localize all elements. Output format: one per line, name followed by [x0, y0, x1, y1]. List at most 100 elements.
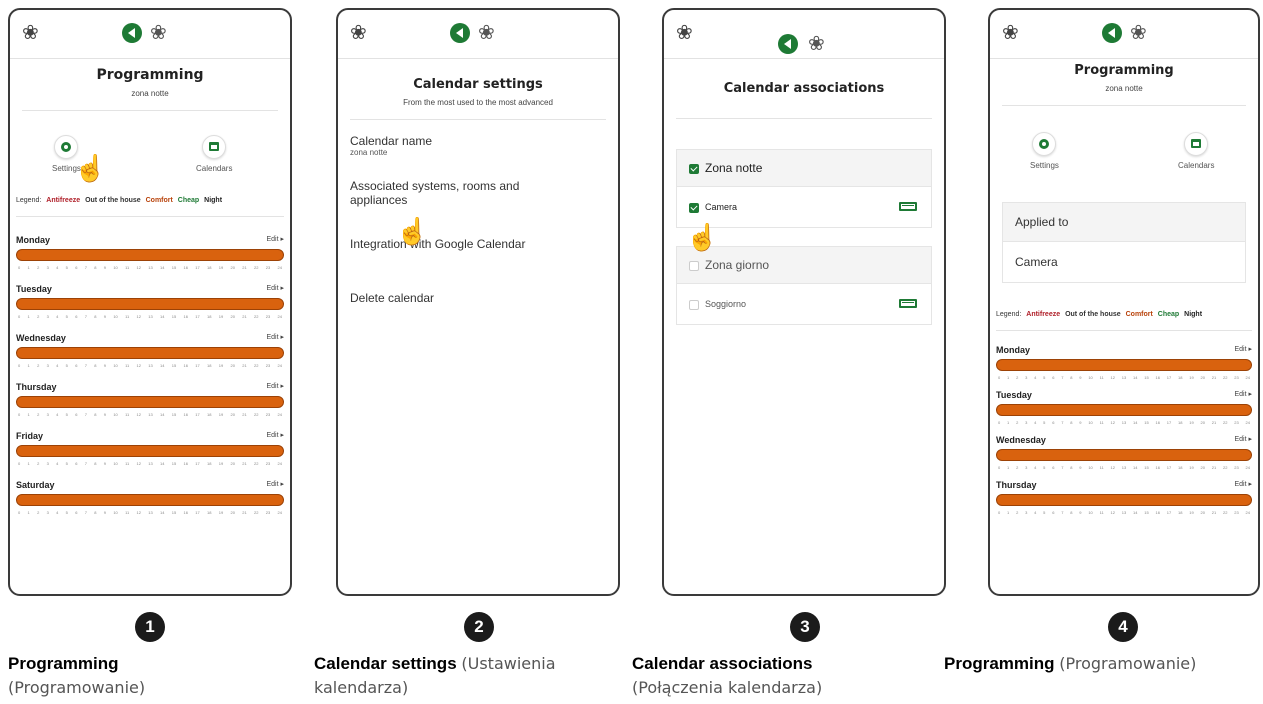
schedule-bar[interactable]	[16, 396, 284, 408]
checkbox-unchecked[interactable]	[689, 299, 699, 310]
edit-link[interactable]: Edit ▸	[266, 284, 284, 294]
step-badge-2: 2	[464, 612, 494, 642]
associated-systems-item[interactable]: Associated systems, rooms and appliances	[338, 179, 562, 207]
room-soggiorno-row[interactable]: Soggiorno	[677, 283, 931, 324]
top-bar: ❀ ❀	[338, 10, 618, 59]
hour-ticks: 0 1 2 3 4 5 6 7 8 9 10 11 12 13 14 15 16 17 18 19 20 21 22 23 24	[18, 412, 282, 417]
hour-tick: 13	[1121, 510, 1127, 515]
hour-tick: 1	[27, 412, 30, 417]
back-icon[interactable]	[778, 34, 798, 54]
back-icon[interactable]	[122, 23, 142, 43]
fan-icon[interactable]: ❀	[1130, 23, 1147, 43]
hour-tick: 12	[136, 510, 141, 515]
edit-link[interactable]: Edit ▸	[266, 480, 284, 490]
schedule-bar[interactable]	[996, 494, 1252, 506]
schedule-bar[interactable]	[996, 404, 1252, 416]
hour-tick: 2	[1016, 420, 1019, 425]
hour-tick: 10	[113, 510, 118, 515]
hour-tick: 9	[103, 412, 107, 417]
hour-tick: 6	[1052, 465, 1055, 470]
fan-icon[interactable]: ❀	[808, 34, 825, 54]
hour-tick: 17	[195, 363, 200, 368]
delete-calendar-label: Delete calendar	[350, 291, 435, 305]
checkbox-checked[interactable]	[689, 163, 699, 174]
back-icon[interactable]	[1102, 23, 1122, 43]
hour-tick: 19	[218, 412, 224, 417]
edit-link[interactable]: Edit ▸	[1234, 480, 1252, 490]
back-icon[interactable]	[450, 23, 470, 43]
hour-tick: 21	[1211, 375, 1217, 380]
hour-tick: 24	[1245, 420, 1250, 425]
hour-tick: 18	[207, 412, 212, 417]
day-name: Wednesday	[16, 333, 66, 343]
fan-icon[interactable]: ❀	[478, 23, 495, 43]
edit-link[interactable]: Edit ▸	[266, 333, 284, 343]
caption-title: Calendar associations	[632, 654, 813, 673]
day-row: Tuesday Edit ▸ 0 1 2 3 4 5 6 7 8 9 10 11 12 13 14 15 16 17 1…	[10, 284, 290, 319]
edit-link[interactable]: Edit ▸	[1234, 345, 1252, 355]
delete-calendar-item[interactable]: Delete calendar	[338, 291, 618, 305]
calendar-name-item[interactable]: Calendar name zona notte	[338, 134, 618, 157]
calendars-button[interactable]: Calendars	[1178, 132, 1214, 170]
zone-notte-row[interactable]: Zona notte	[677, 150, 931, 186]
hour-tick: 23	[1234, 510, 1239, 515]
edit-link[interactable]: Edit ▸	[1234, 435, 1252, 445]
edit-link[interactable]: Edit ▸	[266, 235, 284, 245]
settings-label: Settings	[1030, 161, 1059, 170]
google-calendar-item[interactable]: Integration with Google Calendar	[338, 237, 618, 251]
schedule-bar[interactable]	[996, 359, 1252, 371]
hour-tick: 23	[265, 314, 271, 319]
day-row: Friday Edit ▸ 0 1 2 3 4 5 6 7 8 9 10 11 12 13 14 15 16 17 18…	[10, 431, 290, 466]
hour-tick: 15	[1144, 375, 1149, 380]
zone-giorno-row[interactable]: Zona giorno	[677, 247, 931, 283]
day-header: Monday Edit ▸	[990, 345, 1258, 355]
calendar-subtitle: zona notte	[131, 89, 169, 98]
hour-tick: 19	[1189, 465, 1194, 470]
calendars-button[interactable]: Calendars	[196, 135, 232, 173]
edit-link[interactable]: Edit ▸	[266, 431, 284, 441]
schedule-bar[interactable]	[16, 445, 284, 457]
hour-tick: 8	[94, 510, 97, 515]
hour-tick: 3	[46, 363, 49, 368]
room-camera-row[interactable]: Camera	[677, 186, 931, 227]
checkbox-unchecked[interactable]	[689, 260, 699, 271]
divider	[676, 118, 932, 119]
hour-tick: 18	[1178, 510, 1183, 515]
schedule-bar[interactable]	[16, 347, 284, 359]
hour-tick: 5	[65, 363, 68, 368]
hour-tick: 4	[1034, 510, 1037, 515]
hour-tick: 7	[1061, 465, 1064, 470]
schedule-bar[interactable]	[996, 449, 1252, 461]
hour-tick: 0	[18, 314, 21, 319]
hour-tick: 14	[1133, 465, 1138, 470]
hour-tick: 4	[56, 265, 59, 270]
edit-link[interactable]: Edit ▸	[266, 382, 284, 392]
day-name: Thursday	[996, 480, 1037, 490]
hour-tick: 16	[183, 363, 188, 368]
day-row: Tuesday Edit ▸ 0 1 2 3 4 5 6 7 8 9 10 11 12 13 14 15 16 17 1…	[990, 390, 1258, 425]
fan-icon[interactable]: ❀	[150, 23, 167, 43]
hour-tick: 14	[160, 510, 165, 515]
edit-link[interactable]: Edit ▸	[1234, 390, 1252, 400]
schedule-bar[interactable]	[16, 494, 284, 506]
hour-tick: 12	[1110, 465, 1115, 470]
settings-button[interactable]: Settings	[1030, 132, 1059, 170]
hour-tick: 13	[148, 412, 153, 417]
checkbox-checked[interactable]	[689, 202, 699, 213]
hour-tick: 24	[277, 265, 282, 270]
hour-tick: 12	[1110, 420, 1115, 425]
hour-tick: 22	[254, 265, 259, 270]
hour-tick: 1	[1007, 465, 1010, 470]
caption-3: Calendar associations (Połączenia kalend…	[632, 652, 862, 700]
calendars-label: Calendars	[196, 164, 233, 173]
hour-tick: 15	[1144, 465, 1149, 470]
schedule-bar[interactable]	[16, 249, 284, 261]
pointer-hand-icon: ☝	[686, 222, 719, 252]
schedule-bar[interactable]	[16, 298, 284, 310]
caption-title: Programming	[8, 654, 119, 673]
hour-tick: 20	[230, 363, 235, 368]
hour-tick: 2	[37, 412, 40, 417]
hour-tick: 6	[1052, 510, 1055, 515]
hour-tick: 9	[1079, 375, 1082, 380]
hour-tick: 7	[84, 461, 87, 466]
